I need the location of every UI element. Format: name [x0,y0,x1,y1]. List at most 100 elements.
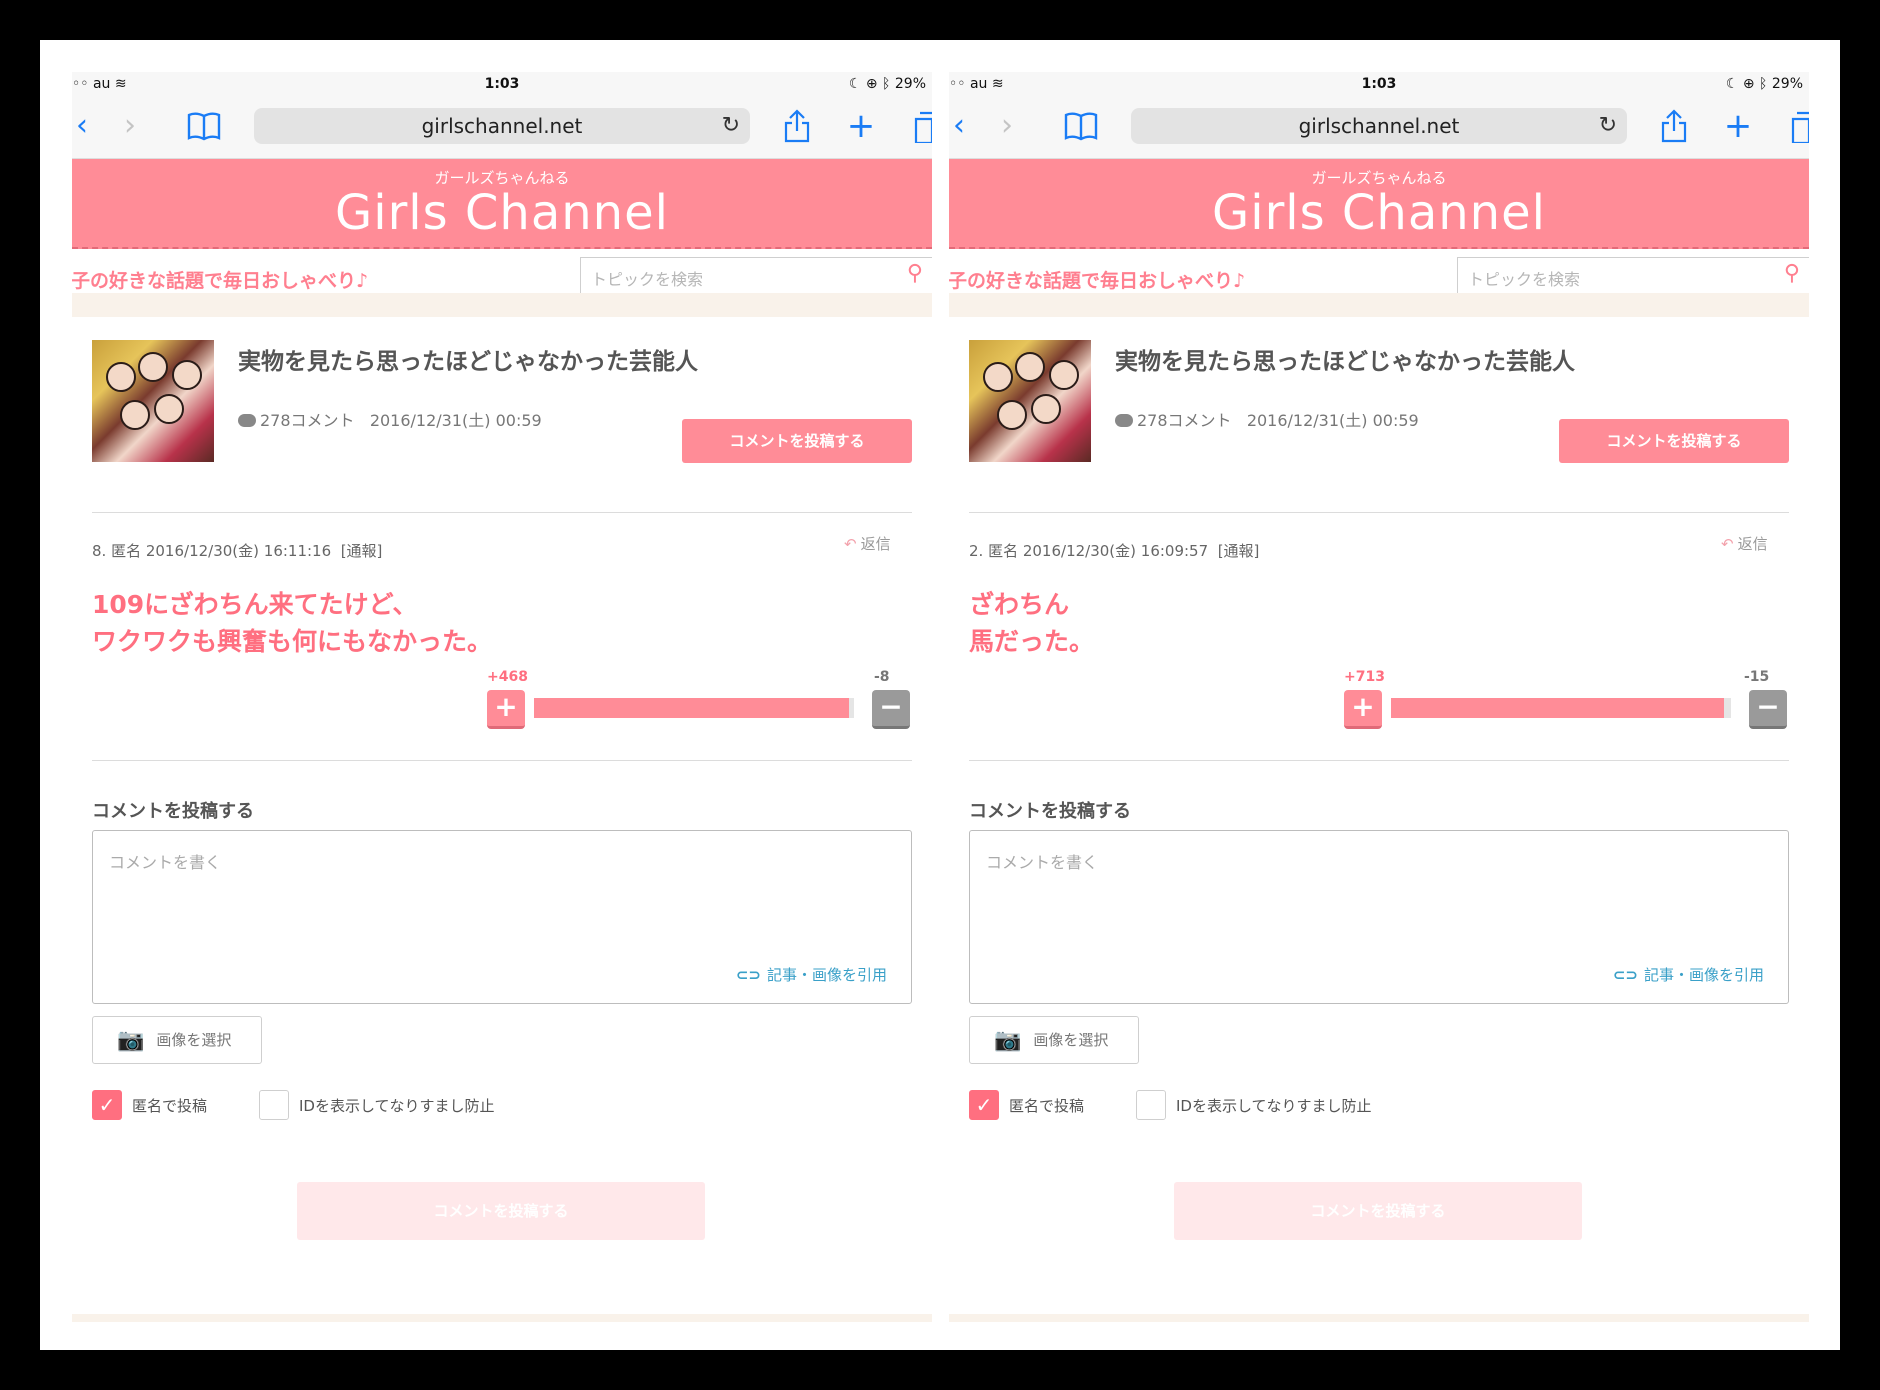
divider [92,512,912,513]
site-tagline: 女子の好きな話題で毎日おしゃべり♪ [949,270,1246,292]
topic-search[interactable]: トピックを検索 ⚲ [580,257,932,295]
topic-thumbnail[interactable] [92,340,214,462]
reload-icon[interactable]: ↻ [722,108,740,144]
bluetooth-icon: ᛒ [882,76,891,92]
show-id-label: IDを表示してなりすまし防止 [299,1097,495,1115]
divider-band [949,293,1809,317]
moon-icon: ☾ [1725,76,1739,92]
minus-count: -8 [874,669,890,685]
comment-line: 109にざわちん来てたけど、 [92,590,418,619]
vote-ratio-fill [534,698,849,718]
topic-title[interactable]: 実物を見たら思ったほどじゃなかった芸能人 [238,342,698,376]
comment-line: 馬だった。 [969,627,1095,656]
comment-line: ワクワクも興奮も何にもなかった。 [92,627,493,656]
browser-panel-right: ◦◦ au ︎≋ 1:03 ☾ ⊕ ᛒ 29% ‹ › girlschannel… [949,72,1809,1322]
site-logo[interactable]: Girls Channel [72,185,932,241]
submit-button[interactable]: コメントを投稿する [297,1182,705,1240]
search-icon[interactable]: ⚲ [907,261,923,286]
search-placeholder: トピックを検索 [1468,270,1581,289]
footer-band [949,1314,1809,1322]
topic-meta: 278コメント 2016/12/31(土) 00:59 [238,407,542,431]
camera-icon: 📷 [117,1028,145,1053]
show-id-checkbox[interactable] [259,1090,289,1120]
vote-ratio-fill [1391,698,1724,718]
divider [969,760,1789,761]
address-bar[interactable]: girlschannel.net ↻ [1131,108,1627,144]
battery-level: 29% [1771,76,1803,92]
divider [969,512,1789,513]
forward-icon[interactable]: › [118,108,142,144]
plus-count: +713 [1344,669,1385,685]
comment-textarea[interactable]: コメントを書く ⊂⊃ 記事・画像を引用 [969,830,1789,1004]
search-icon[interactable]: ⚲ [1784,261,1800,286]
plus-count: +468 [487,669,528,685]
report-link[interactable]: [通報] [1218,542,1260,560]
new-tab-icon[interactable]: + [846,108,876,144]
select-image-button[interactable]: 📷 画像を選択 [969,1016,1139,1064]
tabs-icon[interactable] [914,108,932,145]
topic-meta: 278コメント 2016/12/31(土) 00:59 [1115,407,1419,431]
moon-icon: ☾ [848,76,862,92]
link-icon: ⊂⊃ [735,966,761,984]
comment-meta: 2. 匿名 2016/12/30(金) 16:09:57 [通報] [969,542,1260,560]
anon-checkbox[interactable]: ✓ [969,1090,999,1120]
show-id-checkbox[interactable] [1136,1090,1166,1120]
comment-meta: 8. 匿名 2016/12/30(金) 16:11:16 [通報] [92,542,383,560]
topic-search[interactable]: トピックを検索 ⚲ [1457,257,1809,295]
quote-link[interactable]: ⊂⊃ 記事・画像を引用 [736,964,887,985]
report-link[interactable]: [通報] [341,542,383,560]
topic-date: 2016/12/31(土) 00:59 [369,411,542,430]
post-comment-button[interactable]: コメントを投稿する [1559,419,1789,463]
minus-vote-button[interactable]: − [872,690,910,729]
submit-button[interactable]: コメントを投稿する [1174,1182,1582,1240]
divider-band [72,293,932,317]
share-icon[interactable] [782,108,812,144]
status-right: ☾ ⊕ ᛒ 29% [1726,76,1803,92]
address-bar[interactable]: girlschannel.net ↻ [254,108,750,144]
footer-band [72,1314,932,1322]
site-header: ガールズちゃんねる Girls Channel [72,159,932,249]
topic-date: 2016/12/31(土) 00:59 [1246,411,1419,430]
clock: 1:03 [1361,76,1397,92]
url-text: girlschannel.net [1298,114,1460,138]
comment-placeholder: コメントを書く [986,853,1099,872]
tabs-icon[interactable] [1791,108,1809,145]
camera-icon: 📷 [994,1028,1022,1053]
form-title: コメントを投稿する [969,801,1131,822]
quote-link[interactable]: ⊂⊃ 記事・画像を引用 [1613,964,1764,985]
screenshot-frame: ◦◦ au ︎≋ 1:03 ☾ ⊕ ᛒ 29% ‹ › girlschannel… [40,40,1840,1350]
minus-count: -15 [1744,669,1770,685]
divider [92,760,912,761]
comment-count: 278コメント [1137,411,1232,430]
reload-icon[interactable]: ↻ [1599,108,1617,144]
topic-title[interactable]: 実物を見たら思ったほどじゃなかった芸能人 [1115,342,1575,376]
new-tab-icon[interactable]: + [1723,108,1753,144]
search-placeholder: トピックを検索 [591,270,704,289]
reply-button[interactable]: ↶ 返信 [1721,533,1768,554]
anon-label: 匿名で投稿 [1009,1097,1085,1115]
comment-textarea[interactable]: コメントを書く ⊂⊃ 記事・画像を引用 [92,830,912,1004]
plus-vote-button[interactable]: + [487,690,525,729]
anon-checkbox[interactable]: ✓ [92,1090,122,1120]
safari-toolbar: ‹ › girlschannel.net ↻ + [949,96,1809,159]
reply-button[interactable]: ↶ 返信 [844,533,891,554]
reply-icon: ↶ [1721,535,1734,553]
site-logo[interactable]: Girls Channel [949,185,1809,241]
back-icon[interactable]: ‹ [72,108,92,144]
minus-vote-button[interactable]: − [1749,690,1787,729]
topic-thumbnail[interactable] [969,340,1091,462]
comment-bubble-icon [1115,414,1133,427]
comment-body: 109にざわちん来てたけど、 ワクワクも興奮も何にもなかった。 [92,586,492,660]
lock-rotation-icon: ⊕ [865,76,878,92]
back-icon[interactable]: ‹ [949,108,969,144]
bookmarks-icon[interactable] [184,108,224,144]
post-comment-button[interactable]: コメントを投稿する [682,419,912,463]
reply-icon: ↶ [844,535,857,553]
plus-vote-button[interactable]: + [1344,690,1382,729]
url-text: girlschannel.net [421,114,583,138]
share-icon[interactable] [1659,108,1689,144]
bookmarks-icon[interactable] [1061,108,1101,144]
select-image-button[interactable]: 📷 画像を選択 [92,1016,262,1064]
comment-bubble-icon [238,414,256,427]
forward-icon[interactable]: › [995,108,1019,144]
